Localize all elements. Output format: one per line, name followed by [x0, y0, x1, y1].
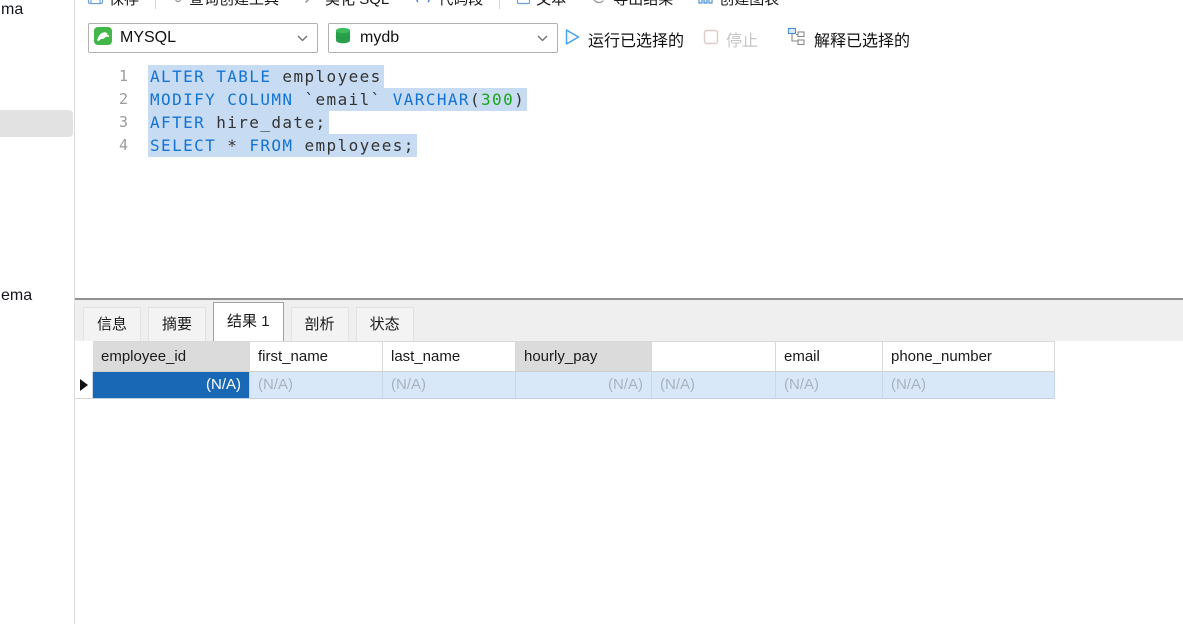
tab-信息[interactable]: 信息 [83, 307, 141, 341]
connection-value: MYSQL [120, 29, 297, 47]
explain-selected-button[interactable]: 解释已选择的 [787, 24, 910, 54]
sidebar-tree-item-top[interactable]: ma [1, 1, 23, 19]
header-cell-unnamed[interactable] [652, 341, 776, 372]
editor-line: 1 ALTER TABLE employees [75, 65, 1183, 88]
cell-email[interactable]: (N/A) [776, 372, 883, 399]
header-cell-last_name[interactable]: last_name [383, 341, 516, 372]
cell-hourly_pay[interactable]: (N/A) [516, 372, 652, 399]
database-icon [333, 26, 353, 51]
code-selection[interactable]: ALTER TABLE employees [148, 65, 384, 88]
run-icon [564, 28, 581, 51]
header-cell-employee_id[interactable]: employee_id [93, 341, 250, 372]
run-selected-label: 运行已选择的 [588, 27, 684, 51]
database-value: mydb [360, 29, 537, 47]
database-select[interactable]: mydb [328, 23, 558, 53]
sidebar-selected-item[interactable] [0, 110, 73, 137]
cell-last_name[interactable]: (N/A) [383, 372, 516, 399]
header-cell-email[interactable]: email [776, 341, 883, 372]
current-row-marker-icon [80, 379, 88, 391]
mysql-connection-icon [93, 26, 113, 51]
cell-unnamed[interactable]: (N/A) [652, 372, 776, 399]
chevron-down-icon [297, 29, 308, 47]
header-cell-phone_number[interactable]: phone_number [883, 341, 1055, 372]
editor-line: 3 AFTER hire_date; [75, 111, 1183, 134]
line-number: 1 [75, 65, 128, 88]
tab-状态[interactable]: 状态 [356, 307, 414, 341]
stop-button[interactable]: 停止 [703, 24, 758, 54]
code-selection[interactable]: SELECT * FROM employees; [148, 134, 417, 157]
header-cell-hourly_pay[interactable]: hourly_pay [516, 341, 652, 372]
cell-first_name[interactable]: (N/A) [250, 372, 383, 399]
result-tab-bar: 信息摘要结果 1剖析状态 [75, 300, 1183, 341]
header-cell-first_name[interactable]: first_name [250, 341, 383, 372]
results-table-header: employee_idfirst_namelast_namehourly_pay… [75, 341, 1055, 372]
tab-剖析[interactable]: 剖析 [291, 307, 349, 341]
editor-line: 2 MODIFY COLUMN `email` VARCHAR(300) [75, 88, 1183, 111]
query-window: 保存查询创建工具美化 SQL代码段文本导出结果创建图表 MYSQL mydb [75, 0, 1183, 624]
header-cell-row-selector[interactable] [75, 341, 93, 372]
stop-label: 停止 [726, 27, 758, 51]
code-selection[interactable]: MODIFY COLUMN `email` VARCHAR(300) [148, 88, 527, 111]
stop-icon [703, 29, 719, 50]
connection-select[interactable]: MYSQL [88, 23, 318, 53]
sql-editor[interactable]: 1 ALTER TABLE employees 2 MODIFY COLUMN `em… [75, 58, 1183, 298]
cell-phone_number[interactable]: (N/A) [883, 372, 1055, 399]
left-sidebar: ma ema [0, 0, 75, 624]
code-selection[interactable]: AFTER hire_date; [148, 111, 329, 134]
query-toolbar: MYSQL mydb 运行已选择的 停止 [75, 0, 1183, 58]
sidebar-tree-item-bottom[interactable]: ema [1, 287, 32, 305]
line-number: 2 [75, 88, 128, 111]
editor-line: 4 SELECT * FROM employees; [75, 134, 1183, 157]
chevron-down-icon [537, 29, 548, 47]
results-table: employee_idfirst_namelast_namehourly_pay… [75, 341, 1055, 399]
tab-结果-1[interactable]: 结果 1 [213, 302, 284, 341]
line-number: 3 [75, 111, 128, 134]
result-row: (N/A)(N/A)(N/A)(N/A)(N/A)(N/A)(N/A) [75, 372, 1055, 399]
explain-selected-label: 解释已选择的 [814, 27, 910, 51]
tab-摘要[interactable]: 摘要 [148, 307, 206, 341]
run-selected-button[interactable]: 运行已选择的 [564, 24, 684, 54]
explain-plan-icon [787, 27, 807, 52]
cell-employee_id[interactable]: (N/A) [93, 372, 250, 399]
line-number: 4 [75, 134, 128, 157]
cell-row-selector[interactable] [75, 372, 93, 399]
